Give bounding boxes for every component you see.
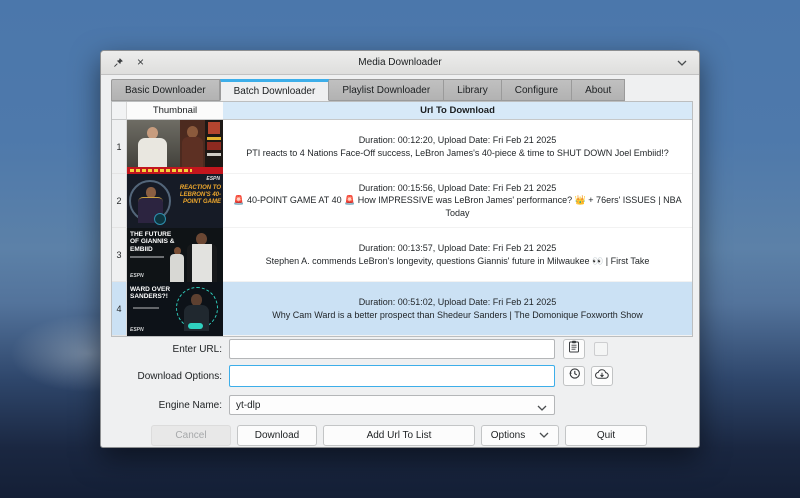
video-thumbnail[interactable]: THE FUTURE OF GIANNIS & EMBIID ESPN bbox=[127, 228, 223, 282]
tab-basic-downloader[interactable]: Basic Downloader bbox=[111, 79, 220, 101]
engine-name-row: Engine Name: yt-dlp bbox=[101, 395, 699, 415]
cancel-button[interactable]: Cancel bbox=[151, 425, 231, 446]
quit-button[interactable]: Quit bbox=[565, 425, 647, 446]
engine-name-label: Engine Name: bbox=[101, 400, 229, 411]
video-thumbnail[interactable]: ESPN REACTION TO LEBRON'S 40-POINT GAME bbox=[127, 174, 223, 228]
desktop-background: × Media Downloader Basic Downloader Batc… bbox=[0, 0, 800, 498]
options-button[interactable]: Options bbox=[481, 425, 559, 446]
video-meta: Duration: 00:51:02, Upload Date: Fri Feb… bbox=[359, 296, 557, 308]
pin-icon[interactable] bbox=[112, 56, 125, 69]
engine-select-value: yt-dlp bbox=[236, 400, 260, 411]
tab-batch-downloader[interactable]: Batch Downloader bbox=[220, 79, 330, 101]
thumbnail-art: THE FUTURE OF GIANNIS & EMBIID ESPN bbox=[127, 228, 223, 282]
chevron-down-icon bbox=[537, 403, 547, 414]
table-corner bbox=[112, 102, 127, 120]
espn-logo: ESPN bbox=[130, 273, 144, 279]
video-title: 🚨 40-POINT GAME AT 40 🚨 How IMPRESSIVE w… bbox=[233, 194, 682, 218]
paste-clipboard-button[interactable] bbox=[563, 339, 585, 359]
thumbnail-headline: THE FUTURE OF GIANNIS & EMBIID bbox=[130, 231, 180, 253]
enter-url-label: Enter URL: bbox=[101, 344, 229, 355]
tab-bar: Basic Downloader Batch Downloader Playli… bbox=[111, 79, 625, 101]
video-title: Why Cam Ward is a better prospect than S… bbox=[272, 309, 643, 321]
download-button[interactable]: Download bbox=[237, 425, 317, 446]
cloud-download-icon bbox=[595, 367, 609, 385]
tab-configure[interactable]: Configure bbox=[502, 79, 572, 101]
row-number[interactable]: 1 bbox=[112, 120, 127, 174]
video-meta: Duration: 00:12:20, Upload Date: Fri Feb… bbox=[359, 134, 557, 146]
thumbnail-art: ESPN REACTION TO LEBRON'S 40-POINT GAME bbox=[127, 174, 223, 228]
window-title: Media Downloader bbox=[101, 57, 699, 68]
espn-logo: ESPN bbox=[206, 176, 220, 182]
table-row-selected[interactable]: Duration: 00:51:02, Upload Date: Fri Feb… bbox=[223, 282, 692, 336]
thumbnail-headline: REACTION TO LEBRON'S 40-POINT GAME bbox=[171, 185, 221, 206]
clipboard-icon bbox=[568, 340, 580, 358]
thumbnail-art bbox=[127, 120, 223, 174]
espn-logo: ESPN bbox=[130, 327, 144, 333]
chevron-down-icon bbox=[539, 430, 549, 441]
video-meta: Duration: 00:13:57, Upload Date: Fri Feb… bbox=[359, 242, 557, 254]
tab-library[interactable]: Library bbox=[444, 79, 502, 101]
video-title: Stephen A. commends LeBron's longevity, … bbox=[266, 255, 650, 267]
download-options-label: Download Options: bbox=[101, 371, 229, 382]
video-thumbnail[interactable]: WARD OVER SANDERS?! ESPN bbox=[127, 282, 223, 336]
table-row[interactable]: Duration: 00:12:20, Upload Date: Fri Feb… bbox=[223, 120, 692, 174]
download-options-input[interactable] bbox=[229, 365, 555, 387]
video-meta: Duration: 00:15:56, Upload Date: Fri Feb… bbox=[359, 182, 557, 194]
url-checkbox[interactable] bbox=[594, 342, 608, 356]
table-row[interactable]: Duration: 00:13:57, Upload Date: Fri Feb… bbox=[223, 228, 692, 282]
download-options-cloud-button[interactable] bbox=[591, 366, 613, 386]
url-input[interactable] bbox=[229, 339, 555, 359]
batch-url-table: Thumbnail Url To Download 1 Duration: 00… bbox=[111, 101, 693, 337]
download-options-row: Download Options: bbox=[101, 365, 699, 387]
app-window: × Media Downloader Basic Downloader Batc… bbox=[100, 50, 700, 448]
row-number[interactable]: 3 bbox=[112, 228, 127, 282]
action-buttons: Cancel Download Add Url To List Options … bbox=[151, 425, 647, 446]
tab-about[interactable]: About bbox=[572, 79, 625, 101]
enter-url-row: Enter URL: bbox=[101, 339, 699, 359]
column-header-url[interactable]: Url To Download bbox=[223, 102, 692, 120]
thumbnail-art: WARD OVER SANDERS?! ESPN bbox=[127, 282, 223, 336]
row-number[interactable]: 4 bbox=[112, 282, 127, 336]
add-url-to-list-button[interactable]: Add Url To List bbox=[323, 425, 475, 446]
options-button-label: Options bbox=[491, 430, 525, 441]
tab-playlist-downloader[interactable]: Playlist Downloader bbox=[329, 79, 444, 101]
video-thumbnail[interactable] bbox=[127, 120, 223, 174]
table-row[interactable]: Duration: 00:15:56, Upload Date: Fri Feb… bbox=[223, 174, 692, 228]
history-clock-icon bbox=[568, 367, 581, 385]
options-history-button[interactable] bbox=[563, 366, 585, 386]
video-title: PTI reacts to 4 Nations Face-Off success… bbox=[246, 147, 669, 159]
engine-select[interactable]: yt-dlp bbox=[229, 395, 555, 415]
thumbnail-headline: WARD OVER SANDERS?! bbox=[130, 286, 180, 301]
column-header-thumbnail[interactable]: Thumbnail bbox=[127, 102, 223, 120]
row-number[interactable]: 2 bbox=[112, 174, 127, 228]
close-icon[interactable]: × bbox=[134, 56, 147, 69]
shade-chevron-icon[interactable] bbox=[675, 56, 688, 69]
titlebar[interactable]: × Media Downloader bbox=[101, 51, 699, 75]
